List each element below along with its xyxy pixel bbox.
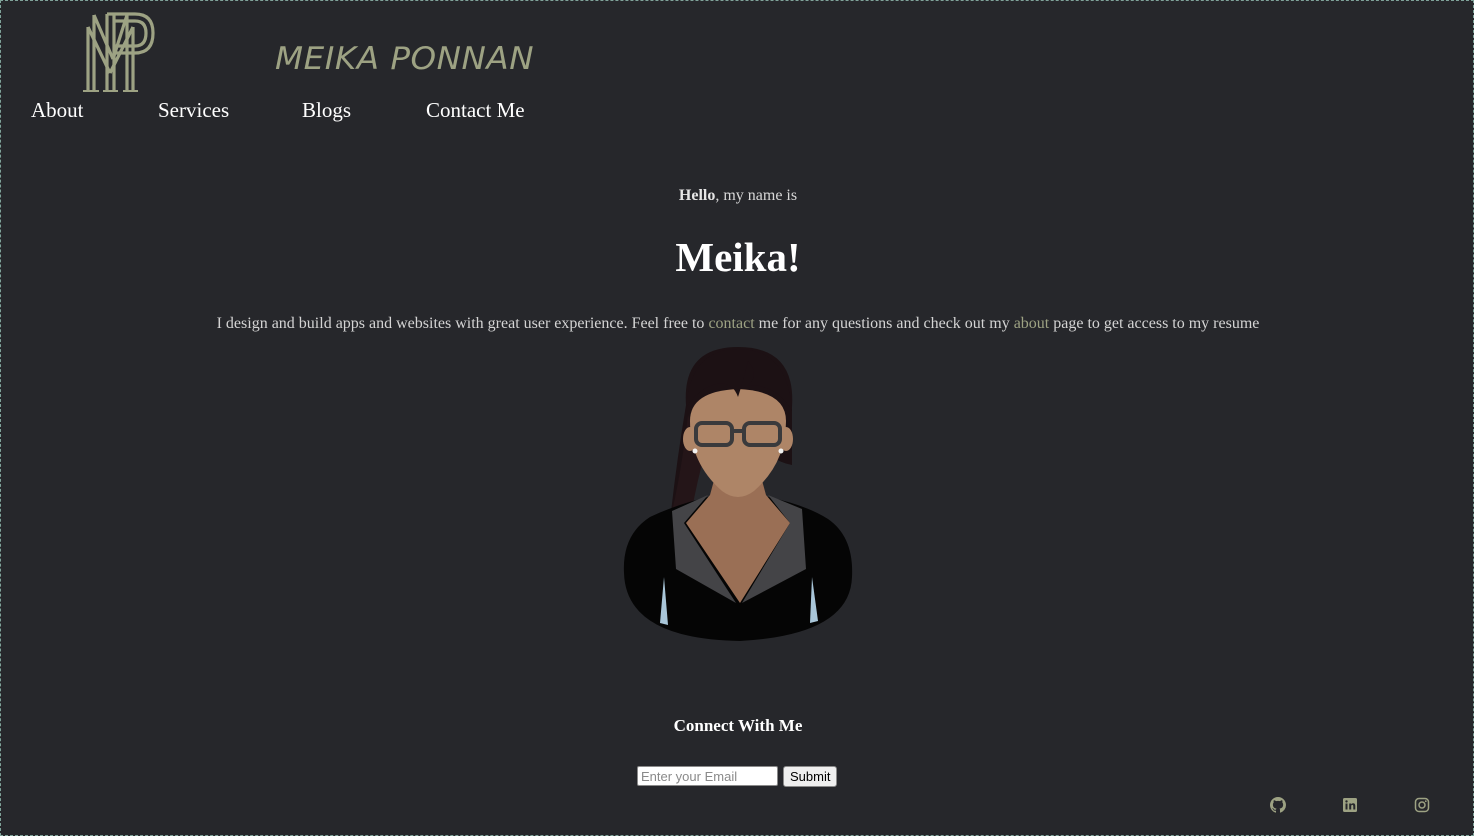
intro-text-3: page to get access to my resume <box>1049 315 1260 332</box>
mp-monogram-logo[interactable] <box>83 11 157 95</box>
subscribe-form: Submit <box>637 765 838 787</box>
nav-item-services[interactable]: Services <box>158 98 229 123</box>
nav-item-about[interactable]: About <box>31 98 84 123</box>
about-link[interactable]: about <box>1014 315 1050 332</box>
nav-item-blogs[interactable]: Blogs <box>302 98 351 123</box>
connect-heading: Connect With Me <box>673 716 803 735</box>
github-icon[interactable] <box>1270 797 1286 813</box>
intro-text-1: I design and build apps and websites wit… <box>216 315 709 332</box>
brand-name: MEIKA PONNAN <box>275 41 535 77</box>
greeting-text: Hello, my name is <box>1 187 1474 205</box>
page: MEIKA PONNAN About Services Blogs Contac… <box>0 0 1474 836</box>
contact-link[interactable]: contact <box>708 315 754 332</box>
intro-paragraph: I design and build apps and websites wit… <box>1 315 1474 333</box>
greeting-bold: Hello <box>678 187 716 204</box>
woman-avatar-illustration <box>623 347 853 641</box>
greeting-rest: , my name is <box>715 187 798 204</box>
email-input[interactable] <box>637 766 778 786</box>
nav-item-contact-me[interactable]: Contact Me <box>426 98 525 123</box>
submit-button[interactable]: Submit <box>783 765 838 787</box>
intro-text-2: me for any questions and check out my <box>754 315 1014 332</box>
instagram-icon[interactable] <box>1414 797 1430 813</box>
hero-name-heading: Meika! <box>675 234 801 280</box>
linkedin-icon[interactable] <box>1342 797 1358 813</box>
